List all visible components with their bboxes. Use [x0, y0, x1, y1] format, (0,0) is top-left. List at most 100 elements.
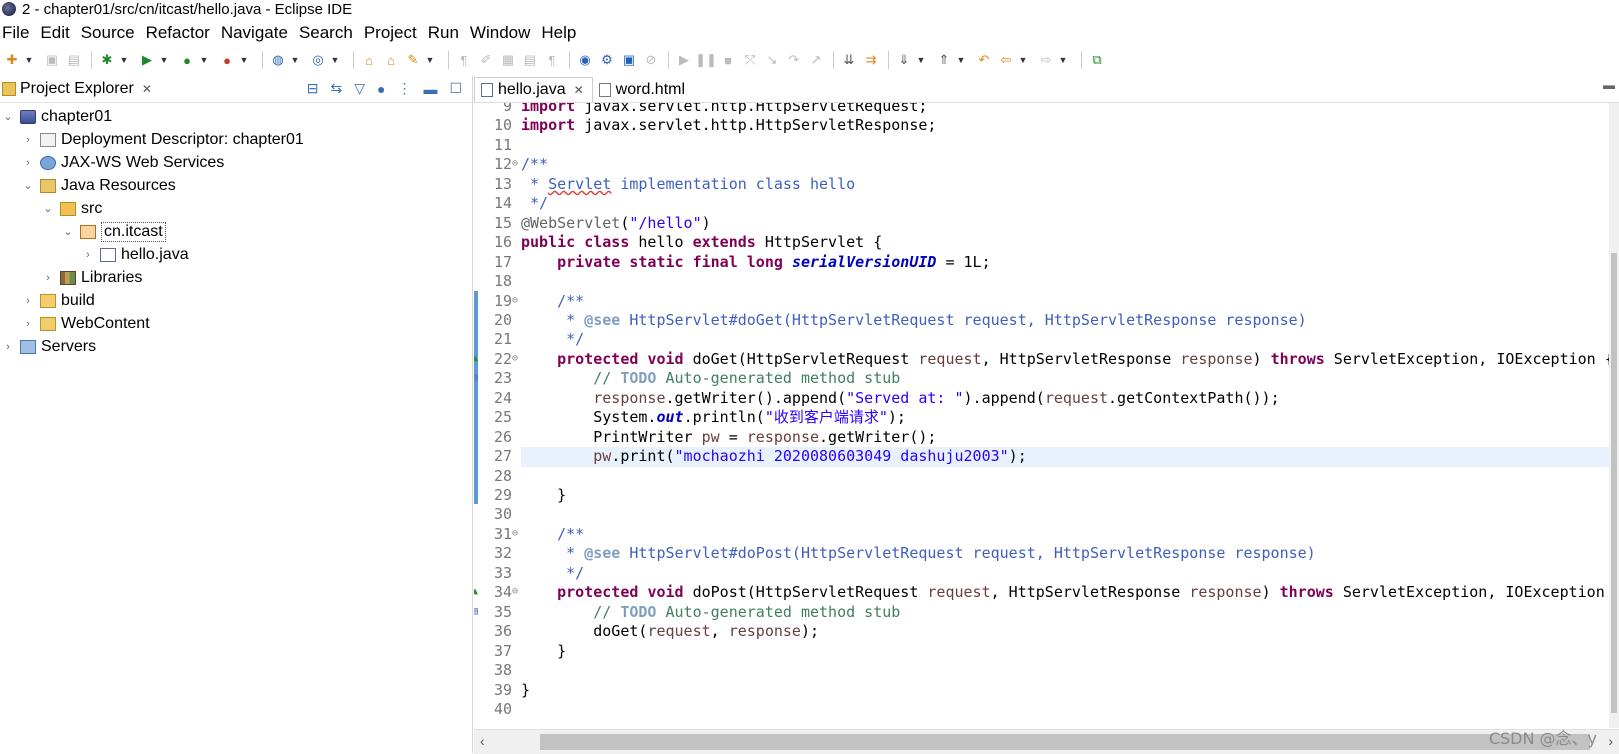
- search-dropdown-icon[interactable]: ▼: [425, 51, 435, 69]
- new-class-dropdown-icon[interactable]: ▼: [330, 51, 340, 69]
- tree-item-webcontent[interactable]: › WebContent: [0, 312, 472, 335]
- resume-icon[interactable]: ▶: [674, 51, 694, 69]
- minimize-icon[interactable]: ▬: [1603, 78, 1615, 92]
- word-wrap-icon[interactable]: ▤: [520, 51, 540, 69]
- vertical-scrollbar[interactable]: [1609, 103, 1619, 728]
- new-server-icon[interactable]: ◍: [268, 51, 288, 69]
- minimize-icon[interactable]: ▬: [423, 81, 437, 97]
- tab-hello-java[interactable]: hello.java ✕: [474, 77, 593, 102]
- collapse-all-icon[interactable]: ⊟: [307, 80, 319, 97]
- scrollbar-thumb[interactable]: [540, 734, 1590, 750]
- last-edit-location-icon[interactable]: ↶: [974, 51, 994, 69]
- chevron-right-icon[interactable]: ›: [22, 318, 34, 330]
- chevron-down-icon[interactable]: ⌄: [2, 110, 14, 123]
- new-class-icon[interactable]: ◎: [308, 51, 328, 69]
- scrollbar-thumb[interactable]: [1611, 253, 1617, 713]
- focus-on-task-icon[interactable]: ●: [377, 81, 385, 97]
- next-annotation-icon[interactable]: ⇊: [839, 51, 859, 69]
- toggle-breadcrumb-icon[interactable]: ¶: [454, 51, 474, 69]
- suspend-icon[interactable]: ❚❚: [695, 51, 717, 69]
- filter-icon[interactable]: ▽: [354, 80, 365, 97]
- external-tools-dropdown-icon[interactable]: ▼: [239, 51, 249, 69]
- run-dropdown-icon[interactable]: ▼: [159, 51, 169, 69]
- web-browser-icon[interactable]: ◉: [575, 51, 595, 69]
- servers-view-icon[interactable]: ⚙: [597, 51, 617, 69]
- debug-icon[interactable]: ✱: [97, 51, 117, 69]
- close-icon[interactable]: ✕: [574, 83, 584, 97]
- disconnect-icon[interactable]: ⤱: [740, 51, 760, 69]
- next-edit-icon[interactable]: ⇓: [894, 51, 914, 69]
- open-type-icon[interactable]: ⌂: [359, 51, 379, 69]
- override-marker-icon[interactable]: ▲: [474, 582, 482, 602]
- chevron-right-icon[interactable]: ›: [82, 249, 94, 261]
- step-into-icon[interactable]: ↘: [762, 51, 782, 69]
- skip-breakpoints-icon[interactable]: ⊘: [641, 51, 661, 69]
- forward-dropdown-icon[interactable]: ▼: [1058, 51, 1068, 69]
- tree-item-hello-java[interactable]: › hello.java: [0, 243, 472, 266]
- tree-item-jaxws[interactable]: › JAX-WS Web Services: [0, 151, 472, 174]
- menu-file[interactable]: File: [0, 23, 36, 43]
- step-return-icon[interactable]: ↗: [806, 51, 826, 69]
- forward-icon[interactable]: ⇨: [1036, 51, 1056, 69]
- chevron-down-icon[interactable]: ⌄: [62, 225, 74, 238]
- tree-item-cn-itcast[interactable]: ⌄ cn.itcast: [0, 220, 472, 243]
- previous-edit-icon[interactable]: ⇑: [934, 51, 954, 69]
- chevron-right-icon[interactable]: ›: [22, 157, 34, 169]
- scroll-right-icon[interactable]: ›: [1608, 733, 1613, 749]
- mark-occurrences-icon[interactable]: ✐: [476, 51, 496, 69]
- tree-item-servers[interactable]: › Servers: [0, 335, 472, 358]
- view-menu-icon[interactable]: ⋮: [397, 80, 411, 97]
- back-dropdown-icon[interactable]: ▼: [1018, 51, 1028, 69]
- code-editor[interactable]: 9 import javax.servlet.http.HttpServletRe…: [474, 103, 1619, 728]
- external-tools-icon[interactable]: ●: [217, 51, 237, 69]
- chevron-right-icon[interactable]: ›: [2, 341, 14, 353]
- open-resource-icon[interactable]: ⌂: [381, 51, 401, 69]
- maximize-icon[interactable]: ☐: [449, 80, 462, 97]
- save-all-icon[interactable]: ▤: [64, 51, 84, 69]
- scroll-left-icon[interactable]: ‹: [480, 733, 485, 749]
- menu-project[interactable]: Project: [362, 23, 424, 43]
- menu-source[interactable]: Source: [79, 23, 142, 43]
- chevron-down-icon[interactable]: ⌄: [22, 179, 34, 192]
- menu-navigate[interactable]: Navigate: [219, 23, 295, 43]
- task-marker-icon[interactable]: ▤: [474, 602, 482, 622]
- override-marker-icon[interactable]: ▲: [474, 349, 482, 369]
- chevron-right-icon[interactable]: ›: [22, 134, 34, 146]
- chevron-right-icon[interactable]: ›: [22, 295, 34, 307]
- new-server-dropdown-icon[interactable]: ▼: [290, 51, 300, 69]
- menu-refactor[interactable]: Refactor: [144, 23, 217, 43]
- previous-annotation-icon[interactable]: ⇉: [861, 51, 881, 69]
- search-icon[interactable]: ✎: [403, 51, 423, 69]
- tree-item-libraries[interactable]: › Libraries: [0, 266, 472, 289]
- tree-item-java-resources[interactable]: ⌄ Java Resources: [0, 174, 472, 197]
- close-icon[interactable]: ✕: [142, 82, 152, 96]
- terminate-icon[interactable]: ■: [718, 51, 738, 69]
- coverage-icon[interactable]: ●: [177, 51, 197, 69]
- step-over-icon[interactable]: ↷: [784, 51, 804, 69]
- tree-item-chapter01[interactable]: ⌄ chapter01: [0, 105, 472, 128]
- back-icon[interactable]: ⇦: [996, 51, 1016, 69]
- new-icon[interactable]: ✚: [2, 51, 22, 69]
- run-icon[interactable]: ▶: [137, 51, 157, 69]
- tab-project-explorer[interactable]: Project Explorer ✕: [0, 80, 152, 98]
- horizontal-scrollbar[interactable]: ‹ ›: [474, 729, 1619, 754]
- tab-word-html[interactable]: word.html: [593, 78, 693, 102]
- open-perspective-icon[interactable]: ⧉: [1087, 51, 1107, 69]
- tree-item-build[interactable]: › build: [0, 289, 472, 312]
- show-whitespace-icon[interactable]: ¶: [542, 51, 562, 69]
- coverage-dropdown-icon[interactable]: ▼: [199, 51, 209, 69]
- menu-edit[interactable]: Edit: [38, 23, 76, 43]
- task-marker-icon[interactable]: ▤: [474, 368, 482, 388]
- chevron-down-icon[interactable]: ⌄: [42, 202, 54, 215]
- next-edit-dropdown-icon[interactable]: ▼: [916, 51, 926, 69]
- link-with-editor-icon[interactable]: ⇆: [330, 80, 342, 97]
- save-icon[interactable]: ▣: [42, 51, 62, 69]
- menu-window[interactable]: Window: [468, 23, 537, 43]
- debug-dropdown-icon[interactable]: ▼: [119, 51, 129, 69]
- menu-help[interactable]: Help: [539, 23, 583, 43]
- tree-item-src[interactable]: ⌄ src: [0, 197, 472, 220]
- chevron-right-icon[interactable]: ›: [42, 272, 54, 284]
- new-dropdown-icon[interactable]: ▼: [24, 51, 34, 69]
- previous-edit-dropdown-icon[interactable]: ▼: [956, 51, 966, 69]
- menu-search[interactable]: Search: [297, 23, 360, 43]
